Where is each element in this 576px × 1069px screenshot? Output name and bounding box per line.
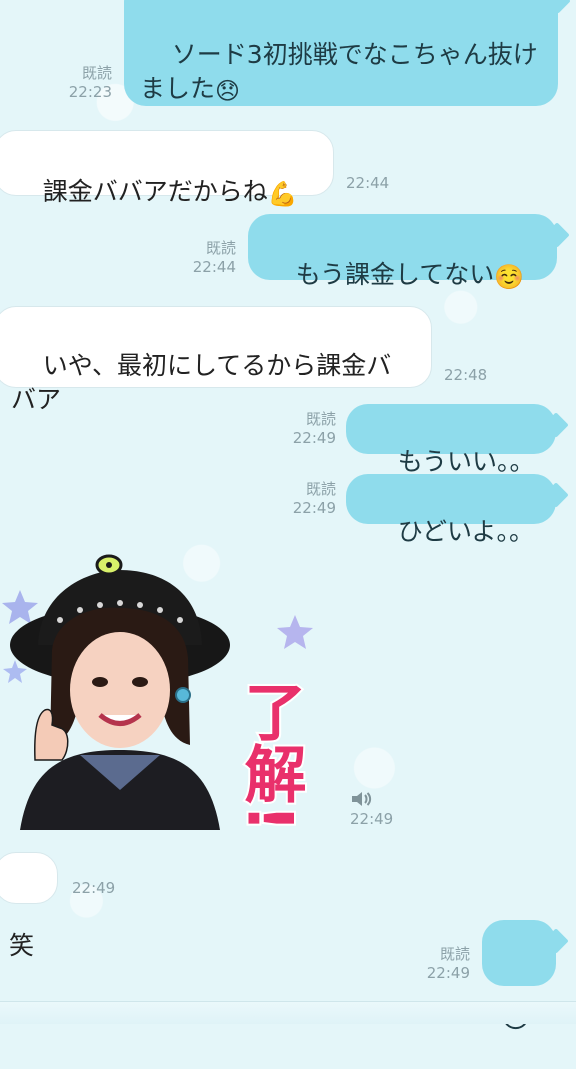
sticker-hat-eye-pupil: [106, 562, 112, 568]
read-label: 既読: [439, 945, 470, 963]
sticker-smile: [98, 713, 142, 726]
sticker-image[interactable]: 了解!!: [0, 550, 330, 830]
message-bubble-sent-6[interactable]: ひどいよ。。: [346, 474, 556, 546]
message-bubble-received-8[interactable]: 笑: [0, 852, 58, 960]
message-bubble-sent-5[interactable]: もういい。。: [346, 404, 556, 476]
message-meta-1: 既読 22:23: [56, 64, 112, 102]
sticker-face: [70, 632, 170, 748]
message-meta-7: 22:49: [350, 810, 410, 829]
message-text: もういい。。: [397, 447, 535, 476]
smiling-face-icon: ☺️: [494, 263, 525, 291]
message-meta-8: 22:49: [72, 879, 132, 898]
sticker-text: 了解!!: [234, 680, 307, 830]
message-text: ソード3初挑戦でなこちゃん抜けました: [140, 40, 538, 103]
message-meta-3: 既読 22:44: [180, 239, 236, 277]
timestamp: 22:48: [444, 366, 488, 384]
timestamp: 22:44: [192, 258, 236, 276]
message-meta-2: 22:44: [346, 174, 406, 193]
message-text: 笑: [9, 931, 35, 960]
message-meta-6: 既読 22:49: [280, 480, 336, 518]
message-bubble-received-2[interactable]: 課金ババアだからね💪: [0, 130, 334, 208]
bottom-bar: [0, 1001, 576, 1024]
timestamp: 22:49: [292, 429, 336, 447]
message-text: 課金ババアだからね: [42, 177, 268, 206]
flexed-biceps-icon: 💪: [267, 180, 298, 208]
message-bubble-sent-1[interactable]: ソード3初挑戦でなこちゃん抜けました😞: [124, 0, 558, 106]
sticker-earring: [175, 687, 191, 703]
star-decoration: [2, 590, 38, 624]
timestamp: 22:49: [350, 810, 394, 828]
message-bubble-sent-9[interactable]: 😞: [482, 920, 556, 1035]
message-meta-5: 既読 22:49: [280, 410, 336, 448]
read-label: 既読: [305, 410, 336, 428]
message-text: ひどいよ。。: [397, 517, 535, 546]
speaker-icon: [352, 792, 372, 806]
timestamp: 22:49: [292, 499, 336, 517]
read-label: 既読: [205, 239, 236, 257]
message-bubble-received-4[interactable]: いや、最初にしてるから課金ババア: [0, 306, 432, 414]
message-meta-9: 既読 22:49: [414, 945, 470, 983]
message-meta-4: 22:48: [444, 366, 504, 385]
read-label: 既読: [305, 480, 336, 498]
timestamp: 22:49: [72, 879, 116, 897]
read-label: 既読: [81, 64, 112, 82]
timestamp: 22:49: [426, 964, 470, 982]
star-decoration: [277, 615, 313, 649]
message-text: もう課金してない: [295, 260, 495, 289]
timestamp: 22:23: [68, 83, 112, 101]
disappointed-face-icon: 😞: [215, 77, 241, 105]
timestamp: 22:44: [346, 174, 390, 192]
message-bubble-sent-3[interactable]: もう課金してない☺️: [248, 214, 557, 291]
